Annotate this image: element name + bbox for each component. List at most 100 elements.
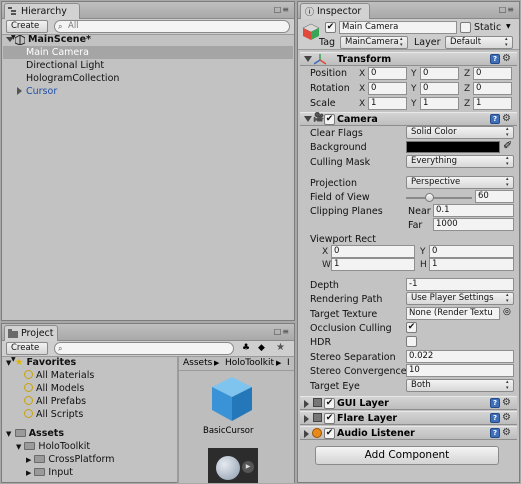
tag-dropdown[interactable]: MainCamera [340,36,408,49]
viewport-h-field[interactable]: 1 [429,258,514,271]
hierarchy-item-hologram-collection[interactable]: HologramCollection [3,72,293,85]
clear-flags-dropdown[interactable]: Solid Color [406,126,514,139]
position-x-field[interactable]: 0 [368,67,407,80]
collapse-arrow-icon: ▼ [16,443,22,451]
viewport-y-field[interactable]: 0 [429,245,514,258]
layer-dropdown[interactable]: Default [445,36,513,49]
position-y-field[interactable]: 0 [420,67,459,80]
camera-enabled-checkbox[interactable]: ✔ [324,114,335,125]
expand-arrow-icon[interactable] [17,87,22,95]
inspector-window-controls-icon[interactable]: □≡ [499,5,515,14]
hierarchy-create-label: Create [11,21,40,31]
gui-layer-header[interactable]: ✔ GUI Layer ? ⚙ [300,396,517,410]
rotation-x-field[interactable]: 0 [368,82,407,95]
favorite-all-prefabs[interactable]: All Prefabs [24,396,86,408]
static-checkbox[interactable] [460,22,471,33]
far-field[interactable]: 1000 [433,218,514,231]
object-picker-icon[interactable]: ◎ [503,307,511,317]
help-icon[interactable]: ? [490,413,500,423]
hierarchy-window-controls-icon[interactable]: □≡ [274,5,290,14]
near-field[interactable]: 0.1 [433,204,514,217]
breadcrumb-item[interactable]: I [287,357,290,370]
folder-crossplatform[interactable]: ▶ CrossPlatform [26,454,115,466]
breadcrumb-item[interactable]: HoloToolkit [225,357,274,370]
object-active-checkbox[interactable]: ✔ [325,22,336,33]
object-name-input[interactable]: Main Camera [339,21,457,34]
help-icon[interactable]: ? [490,428,500,438]
folder-holotoolkit[interactable]: ▼ HoloToolkit [16,441,90,453]
hierarchy-item-cursor[interactable]: Cursor [3,85,293,98]
camera-header[interactable]: 🎥 ✔ Camera ? ⚙ [300,112,517,126]
eyedropper-icon[interactable]: ✐ [503,139,512,152]
fov-slider[interactable] [406,193,472,203]
transform-header[interactable]: Transform ? ⚙ [300,52,517,66]
breadcrumb-item[interactable]: Assets [183,357,212,370]
target-eye-dropdown[interactable]: Both [406,379,514,392]
background-color-swatch[interactable] [406,141,500,153]
sphere-asset-thumbnail[interactable]: ▶ [208,448,258,483]
play-icon[interactable]: ▶ [242,461,254,473]
viewport-x-field[interactable]: 0 [331,245,415,258]
rotation-y-field[interactable]: 0 [420,82,459,95]
audio-listener-enabled-checkbox[interactable]: ✔ [324,428,335,439]
project-window-controls-icon[interactable]: □≡ [274,327,290,336]
stereo-separation-field[interactable]: 0.022 [406,350,514,363]
help-icon[interactable]: ? [490,398,500,408]
project-search-input[interactable]: ⌕ [54,342,234,355]
component-buttons: ? ⚙ [490,427,512,439]
gear-icon[interactable]: ⚙ [502,397,511,408]
stereo-convergence-field[interactable]: 10 [406,364,514,377]
hierarchy-create-button[interactable]: Create ▼ [6,20,48,41]
fov-field[interactable]: 60 [475,190,514,203]
hierarchy-item-directional-light[interactable]: Directional Light [3,59,293,72]
audio-listener-header[interactable]: ✔ Audio Listener ? ⚙ [300,426,517,440]
flare-layer-header[interactable]: ✔ Flare Layer ? ⚙ [300,411,517,425]
favorite-all-materials[interactable]: All Materials [24,370,94,382]
depth-field[interactable]: -1 [406,278,514,291]
gear-icon[interactable]: ⚙ [502,113,511,124]
search-icon [24,383,33,392]
chevron-down-icon[interactable]: ▼ [506,23,511,30]
scale-x-field[interactable]: 1 [368,97,407,110]
flare-layer-enabled-checkbox[interactable]: ✔ [324,413,335,424]
help-icon[interactable]: ? [490,114,500,124]
rotation-z-field[interactable]: 0 [473,82,512,95]
rendering-path-dropdown[interactable]: Use Player Settings [406,292,514,305]
gear-icon[interactable]: ⚙ [502,53,511,64]
favorite-all-models[interactable]: All Models [24,383,84,395]
scale-y-field[interactable]: 1 [420,97,459,110]
folder-label: Input [48,467,74,478]
slider-thumb[interactable] [425,193,434,202]
culling-mask-dropdown[interactable]: Everything [406,155,514,168]
favorite-star-icon[interactable]: ★ [276,342,285,353]
camera-title: Camera [337,114,378,125]
projection-dropdown[interactable]: Perspective [406,176,514,189]
hierarchy-search-input[interactable]: ⌕ All [54,20,290,33]
cube-prefab-icon[interactable] [212,377,252,421]
position-z-field[interactable]: 0 [473,67,512,80]
filter-by-label-icon[interactable]: ◆ [258,343,265,353]
gear-icon[interactable]: ⚙ [502,412,511,423]
viewport-w-field[interactable]: 1 [331,258,415,271]
scene-row[interactable]: MainScene* [3,33,293,46]
hdr-checkbox[interactable] [406,336,417,347]
gear-icon[interactable]: ⚙ [502,427,511,438]
target-texture-field[interactable]: None (Render Textu [406,307,500,320]
filter-by-type-icon[interactable]: ♣ [242,343,250,353]
folder-input[interactable]: ▶ Input [26,467,73,479]
occlusion-culling-checkbox[interactable]: ✔ [406,322,417,333]
gui-layer-enabled-checkbox[interactable]: ✔ [324,398,335,409]
favorites-label: Favorites [26,357,77,368]
assets-header[interactable]: ▼ Assets [6,428,64,440]
favorite-all-scripts[interactable]: All Scripts [24,409,83,421]
hierarchy-item-main-camera[interactable]: Main Camera [3,46,293,59]
collapse-arrow-icon [304,56,312,62]
tab-inspector[interactable]: ⓘ Inspector [300,3,370,19]
tab-hierarchy[interactable]: Hierarchy [4,3,80,19]
favorites-header[interactable]: ▼ ★ Favorites [6,357,76,369]
scale-z-field[interactable]: 1 [473,97,512,110]
project-create-button[interactable]: Create ▼ [6,342,48,363]
tab-project[interactable]: Project [4,325,58,341]
add-component-button[interactable]: Add Component [315,446,499,465]
help-icon[interactable]: ? [490,54,500,64]
